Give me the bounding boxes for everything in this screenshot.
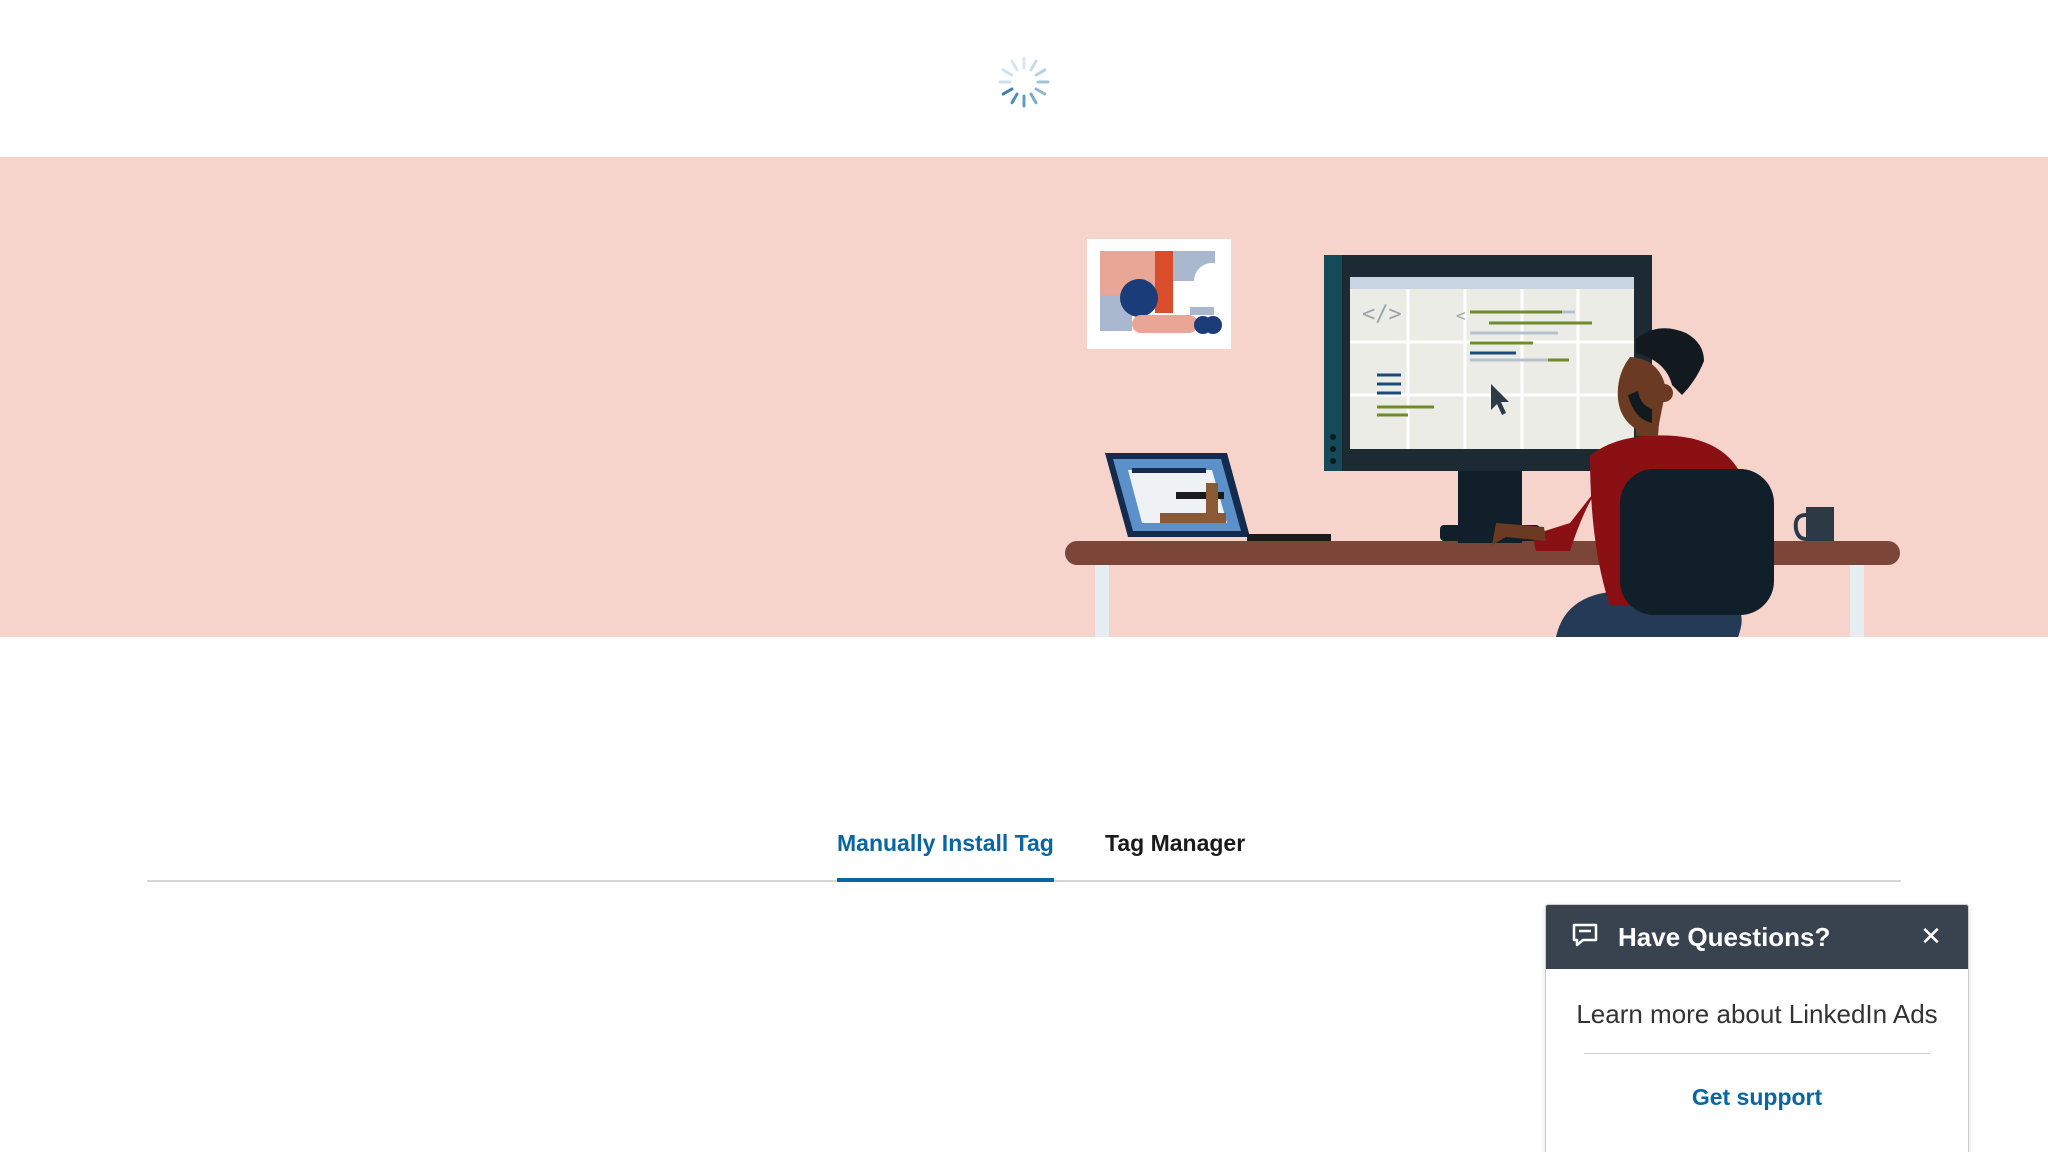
mug [1793,507,1834,541]
page: </> < Manually Install Tag Tag Manager H… [0,0,2048,1152]
help-widget-title: Have Questions? [1618,922,1831,952]
svg-text:</>: </> [1362,302,1402,327]
person-at-desk-with-monitor-illustration: </> < [1065,239,1900,637]
wall-art [1087,239,1231,349]
chat-icon [1572,923,1598,947]
help-widget-divider [1584,1053,1930,1054]
help-widget: Have Questions? ✕ Learn more about Linke… [1545,904,1969,1152]
laptop [1105,453,1331,541]
install-method-tabs: Manually Install Tag Tag Manager [147,820,1901,882]
desk [1065,541,1900,637]
get-support-link[interactable]: Get support [1546,1081,1968,1113]
help-widget-body-text: Learn more about LinkedIn Ads [1576,999,1938,1029]
hero-banner: </> < [0,157,2048,637]
tab-tag-manager[interactable]: Tag Manager [1105,828,1245,878]
tab-manually-install-tag[interactable]: Manually Install Tag [837,828,1054,882]
loading-spinner-icon [998,56,1050,108]
help-widget-header: Have Questions? ✕ [1546,905,1968,969]
close-icon[interactable]: ✕ [1916,919,1946,953]
svg-text:<: < [1456,306,1466,325]
